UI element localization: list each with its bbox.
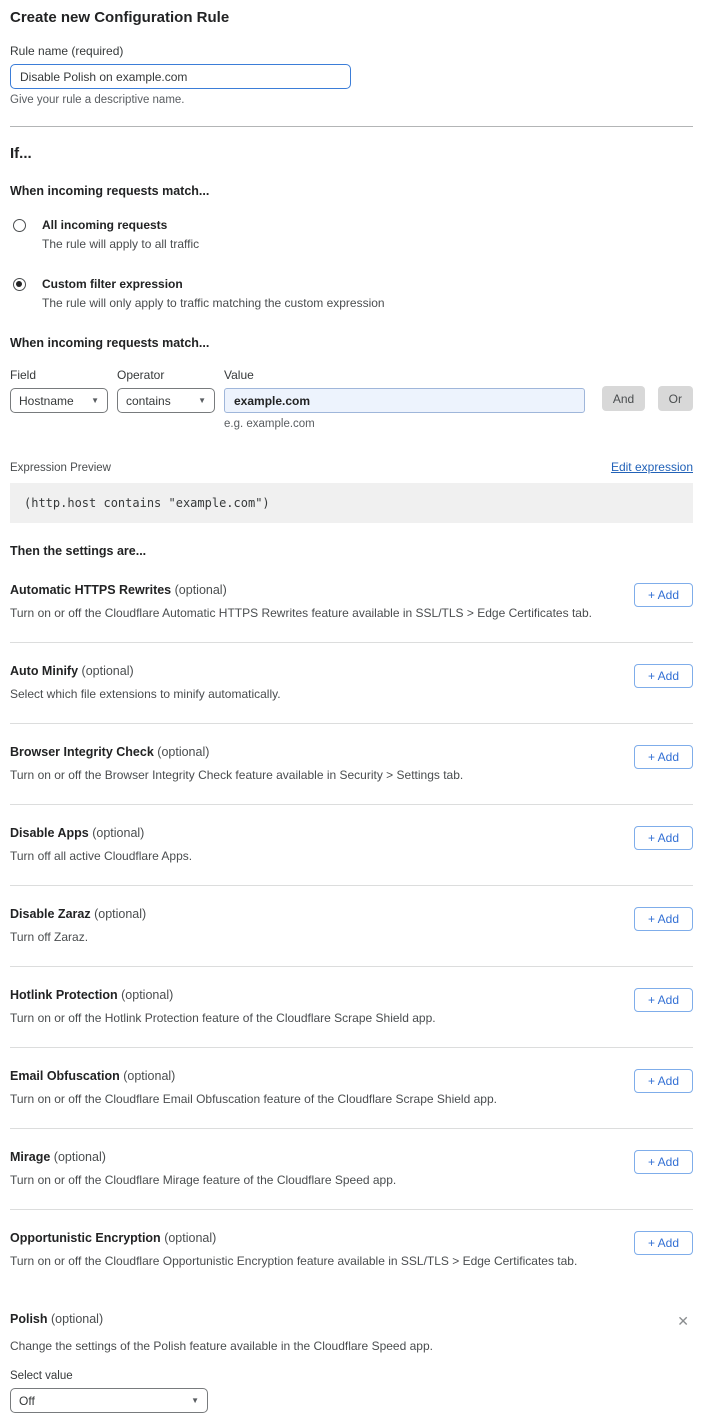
rule-name-group: Rule name (required) Give your rule a de… [10, 44, 693, 106]
setting-title: Disable Apps (optional) [10, 826, 192, 840]
field-select-value: Hostname [19, 394, 74, 408]
operator-group: Operator contains ▼ [117, 368, 215, 413]
expression-builder-row: Field Hostname ▼ Operator contains ▼ Val… [10, 368, 693, 430]
expression-preview-label: Expression Preview [10, 462, 111, 474]
setting-title: Email Obfuscation (optional) [10, 1069, 497, 1083]
setting-title: Disable Zaraz (optional) [10, 907, 146, 921]
page-title: Create new Configuration Rule [10, 9, 693, 26]
radio-label: Custom filter expression [42, 277, 385, 291]
setting-title: Automatic HTTPS Rewrites (optional) [10, 583, 592, 597]
polish-description: Change the settings of the Polish featur… [10, 1339, 693, 1353]
setting-description: Turn on or off the Hotlink Protection fe… [10, 1011, 436, 1025]
expression-builder-heading: When incoming requests match... [10, 336, 693, 350]
polish-select-label: Select value [10, 1370, 693, 1382]
optional-label: (optional) [92, 826, 144, 840]
polish-title: Polish (optional) [10, 1312, 103, 1326]
optional-label: (optional) [82, 664, 134, 678]
value-label: Value [224, 368, 585, 382]
chevron-down-icon: ▼ [198, 396, 206, 405]
request-match-radio-group: All incoming requests The rule will appl… [10, 218, 693, 310]
radio-icon[interactable] [13, 278, 26, 291]
settings-list: Automatic HTTPS Rewrites (optional) Turn… [10, 562, 693, 1290]
setting-row-browser-integrity-check: Browser Integrity Check (optional) Turn … [10, 724, 693, 805]
setting-description: Turn on or off the Cloudflare Opportunis… [10, 1254, 577, 1268]
section-divider [10, 126, 693, 127]
add-button[interactable]: + Add [634, 664, 693, 688]
optional-label: (optional) [51, 1312, 103, 1326]
and-button[interactable]: And [602, 386, 645, 411]
operator-label: Operator [117, 368, 215, 382]
setting-row-auto-minify: Auto Minify (optional) Select which file… [10, 643, 693, 724]
setting-title: Hotlink Protection (optional) [10, 988, 436, 1002]
rule-name-label: Rule name (required) [10, 44, 693, 58]
conjunction-buttons: And Or [594, 368, 693, 411]
setting-row-opportunistic-encryption: Opportunistic Encryption (optional) Turn… [10, 1210, 693, 1290]
setting-row-automatic-https-rewrites: Automatic HTTPS Rewrites (optional) Turn… [10, 562, 693, 643]
setting-title: Browser Integrity Check (optional) [10, 745, 463, 759]
expression-preview-code: (http.host contains "example.com") [10, 483, 693, 523]
setting-title: Auto Minify (optional) [10, 664, 281, 678]
value-group: Value e.g. example.com [224, 368, 585, 430]
optional-label: (optional) [175, 583, 227, 597]
add-button[interactable]: + Add [634, 745, 693, 769]
operator-select[interactable]: contains ▼ [117, 388, 215, 413]
or-button[interactable]: Or [658, 386, 693, 411]
setting-description: Turn on or off the Cloudflare Email Obfu… [10, 1092, 497, 1106]
field-select[interactable]: Hostname ▼ [10, 388, 108, 413]
setting-row-disable-apps: Disable Apps (optional) Turn off all act… [10, 805, 693, 886]
setting-title: Opportunistic Encryption (optional) [10, 1231, 577, 1245]
add-button[interactable]: + Add [634, 583, 693, 607]
edit-expression-link[interactable]: Edit expression [611, 460, 693, 474]
close-icon[interactable]: ✕ [673, 1312, 693, 1330]
add-button[interactable]: + Add [634, 988, 693, 1012]
chevron-down-icon: ▼ [191, 1396, 199, 1405]
add-button[interactable]: + Add [634, 1231, 693, 1255]
radio-custom-filter-expression[interactable]: Custom filter expression The rule will o… [10, 277, 693, 310]
add-button[interactable]: + Add [634, 1150, 693, 1174]
setting-description: Select which file extensions to minify a… [10, 687, 281, 701]
add-button[interactable]: + Add [634, 907, 693, 931]
value-input[interactable] [224, 388, 585, 413]
if-heading: If... [10, 145, 693, 162]
radio-description: The rule will apply to all traffic [42, 237, 199, 251]
expression-preview-header: Expression Preview Edit expression [10, 460, 693, 474]
setting-description: Turn on or off the Browser Integrity Che… [10, 768, 463, 782]
value-helper: e.g. example.com [224, 418, 585, 430]
optional-label: (optional) [157, 745, 209, 759]
field-label: Field [10, 368, 108, 382]
setting-title: Mirage (optional) [10, 1150, 396, 1164]
polish-select-value: Off [19, 1394, 35, 1408]
setting-section-polish: Polish (optional) ✕ Change the settings … [10, 1290, 693, 1413]
setting-description: Turn off Zaraz. [10, 930, 146, 944]
match-heading: When incoming requests match... [10, 184, 693, 198]
radio-label: All incoming requests [42, 218, 199, 232]
radio-description: The rule will only apply to traffic matc… [42, 296, 385, 310]
polish-value-select[interactable]: Off ▼ [10, 1388, 208, 1413]
setting-row-hotlink-protection: Hotlink Protection (optional) Turn on or… [10, 967, 693, 1048]
radio-icon[interactable] [13, 219, 26, 232]
optional-label: (optional) [164, 1231, 216, 1245]
optional-label: (optional) [94, 907, 146, 921]
setting-description: Turn off all active Cloudflare Apps. [10, 849, 192, 863]
setting-row-mirage: Mirage (optional) Turn on or off the Clo… [10, 1129, 693, 1210]
radio-all-incoming-requests[interactable]: All incoming requests The rule will appl… [10, 218, 693, 251]
chevron-down-icon: ▼ [91, 396, 99, 405]
add-button[interactable]: + Add [634, 1069, 693, 1093]
operator-select-value: contains [126, 394, 171, 408]
setting-description: Turn on or off the Cloudflare Mirage fea… [10, 1173, 396, 1187]
optional-label: (optional) [54, 1150, 106, 1164]
setting-description: Turn on or off the Cloudflare Automatic … [10, 606, 592, 620]
then-settings-heading: Then the settings are... [10, 544, 693, 558]
optional-label: (optional) [123, 1069, 175, 1083]
setting-row-email-obfuscation: Email Obfuscation (optional) Turn on or … [10, 1048, 693, 1129]
optional-label: (optional) [121, 988, 173, 1002]
rule-name-helper: Give your rule a descriptive name. [10, 94, 693, 106]
add-button[interactable]: + Add [634, 826, 693, 850]
rule-name-input[interactable] [10, 64, 351, 89]
field-group: Field Hostname ▼ [10, 368, 108, 413]
setting-row-disable-zaraz: Disable Zaraz (optional) Turn off Zaraz.… [10, 886, 693, 967]
